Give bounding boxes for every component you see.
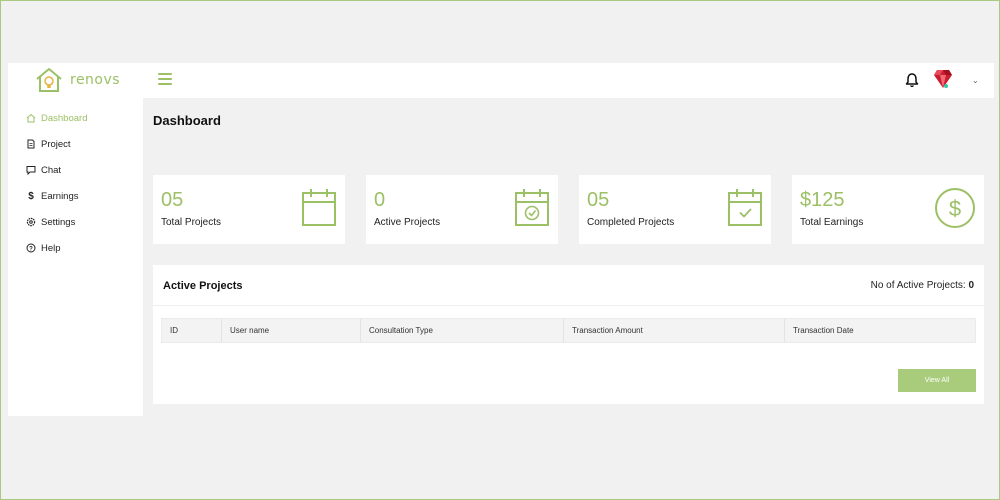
column-header-transaction-amount[interactable]: Transaction Amount [564, 319, 785, 342]
sidebar-item-label: Project [41, 138, 71, 150]
sidebar-item-settings[interactable]: Settings [8, 209, 143, 235]
brand-logo[interactable]: renovs [34, 66, 120, 94]
bell-icon[interactable] [905, 72, 919, 93]
stat-label: Active Projects [374, 217, 441, 228]
column-header-transaction-date[interactable]: Transaction Date [785, 319, 975, 342]
stat-card-completed-projects: 05 Completed Projects [579, 175, 771, 244]
stat-card-total-projects: 05 Total Projects [153, 175, 345, 244]
document-icon [26, 139, 36, 149]
stat-value: 05 [587, 189, 610, 211]
divider [153, 305, 984, 306]
online-status-dot [944, 84, 948, 88]
count-label: No of Active Projects: [870, 280, 966, 291]
gear-icon [26, 217, 36, 227]
chevron-down-icon[interactable]: ⌄ [972, 76, 979, 85]
ruby-avatar-icon [934, 70, 952, 88]
sidebar-item-label: Help [41, 242, 61, 254]
view-all-button[interactable]: View All [898, 369, 976, 392]
column-header-id[interactable]: ID [162, 319, 222, 342]
stat-card-total-earnings: $125 Total Earnings $ [792, 175, 984, 244]
panel-title: Active Projects [163, 280, 243, 292]
house-bulb-icon [36, 68, 62, 92]
stat-value: 0 [374, 189, 386, 211]
brand-name: renovs [70, 72, 121, 88]
stat-card-active-projects: 0 Active Projects [366, 175, 558, 244]
svg-text:$: $ [949, 196, 961, 221]
stat-label: Total Earnings [800, 217, 864, 228]
stat-value: $125 [800, 189, 845, 211]
table-header: ID User name Consultation Type Transacti… [161, 318, 976, 343]
dollar-circle-icon: $ [934, 187, 976, 234]
stat-value: 05 [161, 189, 184, 211]
sidebar-item-project[interactable]: Project [8, 131, 143, 157]
chat-icon [26, 165, 36, 175]
dollar-icon: $ [28, 190, 34, 202]
sidebar-item-label: Settings [41, 216, 76, 228]
sidebar-item-chat[interactable]: Chat [8, 157, 143, 183]
stat-label: Completed Projects [587, 217, 675, 228]
sidebar: Dashboard Project Chat $ Earnings Settin… [8, 98, 143, 416]
avatar[interactable] [933, 67, 953, 94]
sidebar-item-help[interactable]: ? Help [8, 235, 143, 261]
sidebar-item-earnings[interactable]: $ Earnings [8, 183, 143, 209]
page-title: Dashboard [153, 113, 221, 128]
active-projects-panel: Active Projects No of Active Projects: 0… [153, 265, 984, 404]
stat-label: Total Projects [161, 217, 222, 228]
top-bar: renovs ⌄ [8, 63, 994, 98]
svg-text:?: ? [29, 246, 33, 252]
hamburger-icon[interactable] [158, 73, 172, 85]
column-header-user-name[interactable]: User name [222, 319, 361, 342]
sidebar-item-dashboard[interactable]: Dashboard [8, 105, 143, 131]
home-icon [26, 113, 36, 123]
sidebar-item-label: Dashboard [41, 112, 88, 124]
active-projects-count: No of Active Projects: 0 [871, 280, 974, 291]
calendar-check-circle-icon [514, 187, 550, 232]
count-value: 0 [968, 280, 974, 291]
sidebar-item-label: Earnings [41, 190, 79, 202]
column-header-consultation-type[interactable]: Consultation Type [361, 319, 564, 342]
help-icon: ? [26, 243, 36, 253]
calendar-check-icon [727, 187, 763, 232]
calendar-icon [301, 187, 337, 232]
sidebar-item-label: Chat [41, 164, 62, 176]
